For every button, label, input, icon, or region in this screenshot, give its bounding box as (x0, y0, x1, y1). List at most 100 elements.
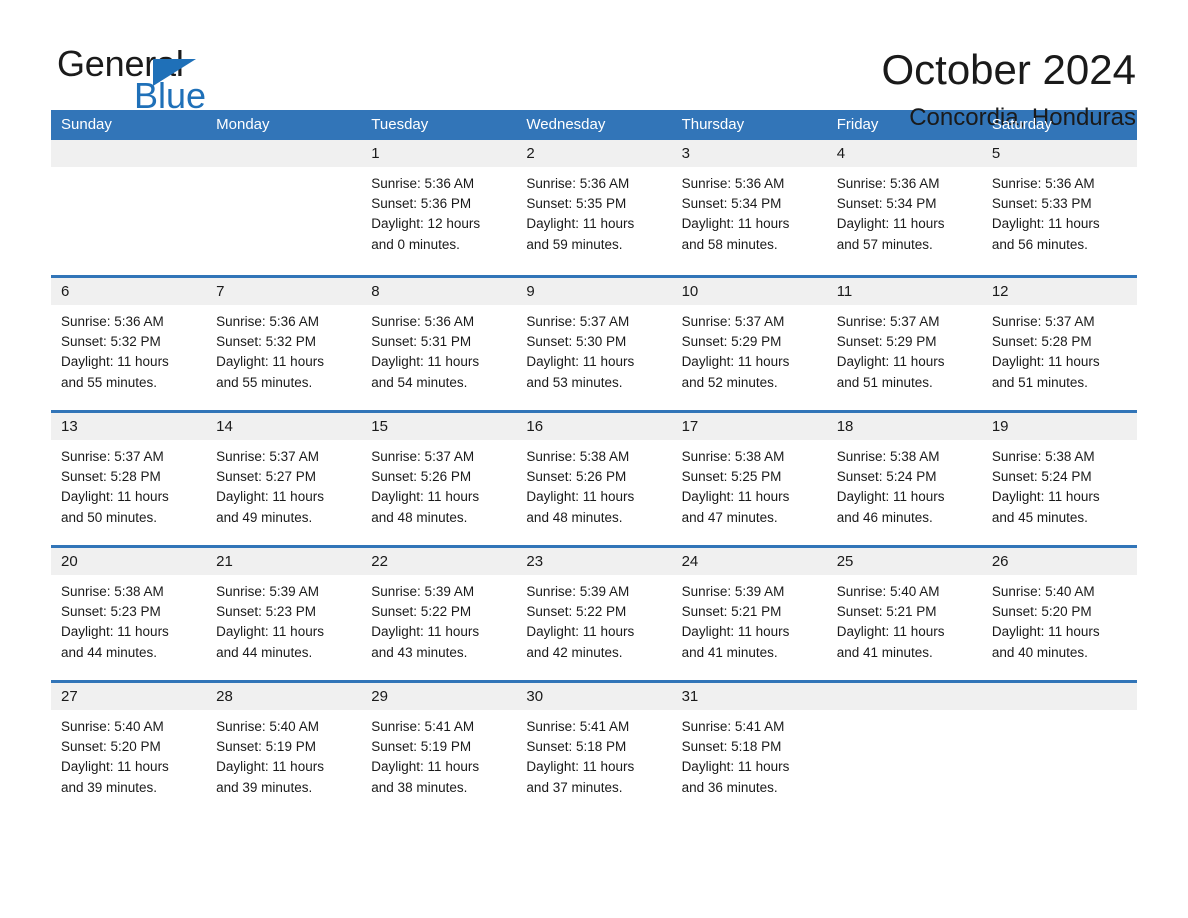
daylight-text-cont: and 44 minutes. (216, 644, 313, 660)
day-number: 25 (836, 553, 854, 570)
calendar-day-cell-20[interactable]: 20 Sunrise: 5:38 AM Sunset: 5:23 PM Dayligh… (51, 548, 207, 680)
weekday-header-thursday: Thursday (681, 116, 745, 133)
calendar-day-cell-23[interactable]: 23 Sunrise: 5:39 AM Sunset: 5:22 PM Dayligh… (516, 548, 672, 680)
day-number: 20 (61, 553, 78, 570)
day-details: Sunrise: 5:38 AM Sunset: 5:24 PM Daylight:… (982, 440, 1137, 528)
calendar-day-cell-18[interactable]: 18 Sunrise: 5:38 AM Sunset: 5:24 PM Dayligh… (826, 413, 982, 545)
calendar-day-cell-22[interactable]: 22 Sunrise: 5:39 AM Sunset: 5:22 PM Dayligh… (361, 548, 517, 680)
day-details: Sunrise: 5:38 AM Sunset: 5:25 PM Daylight:… (672, 440, 827, 528)
day-number-strip: 16 (516, 413, 672, 440)
sunset-text: Sunset: 5:30 PM (526, 334, 627, 350)
day-details: Sunrise: 5:36 AM Sunset: 5:32 PM Daylight:… (206, 305, 361, 393)
calendar-day-cell-28[interactable]: 28 Sunrise: 5:40 AM Sunset: 5:19 PM Dayligh… (206, 683, 362, 815)
day-details: Sunrise: 5:37 AM Sunset: 5:29 PM Daylight:… (827, 305, 982, 393)
sunrise-text: Sunrise: 5:38 AM (61, 584, 164, 599)
calendar-day-cell-6[interactable]: 6 Sunrise: 5:36 AM Sunset: 5:32 PM Daylight… (51, 278, 207, 410)
calendar-day-cell-3[interactable]: 3 Sunrise: 5:36 AM Sunset: 5:34 PM Daylight… (671, 140, 827, 275)
daylight-text: Daylight: 11 hours (836, 624, 945, 640)
day-number: 19 (991, 418, 1009, 435)
calendar-day-cell-24[interactable]: 24 Sunrise: 5:39 AM Sunset: 5:21 PM Dayligh… (671, 548, 827, 680)
sunrise-text: Sunrise: 5:36 AM (61, 314, 164, 329)
day-number-strip: 7 (206, 278, 362, 305)
daylight-text-cont: and 43 minutes. (371, 644, 468, 660)
daylight-text: Daylight: 11 hours (991, 624, 1100, 640)
daylight-text-cont: and 0 minutes. (371, 236, 460, 252)
day-details: Sunrise: 5:37 AM Sunset: 5:27 PM Daylight:… (206, 440, 361, 528)
calendar-day-cell-30[interactable]: 30 Sunrise: 5:41 AM Sunset: 5:18 PM Dayligh… (516, 683, 672, 815)
day-number: 2 (526, 145, 535, 162)
calendar-day-cell-2[interactable]: 2 Sunrise: 5:36 AM Sunset: 5:35 PM Daylight… (516, 140, 672, 275)
day-details: Sunrise: 5:39 AM Sunset: 5:21 PM Daylight:… (672, 575, 827, 663)
sunrise-text: Sunrise: 5:36 AM (371, 314, 475, 329)
calendar-day-cell-8[interactable]: 8 Sunrise: 5:36 AM Sunset: 5:31 PM Daylight… (361, 278, 517, 410)
day-number-strip: 11 (826, 278, 982, 305)
sunrise-text: Sunrise: 5:41 AM (526, 719, 630, 734)
daylight-text-cont: and 55 minutes. (61, 374, 158, 390)
calendar-day-cell-29[interactable]: 29 Sunrise: 5:41 AM Sunset: 5:19 PM Dayligh… (361, 683, 517, 815)
weekday-header-tuesday: Tuesday (371, 116, 429, 133)
day-details: Sunrise: 5:40 AM Sunset: 5:19 PM Daylight:… (206, 710, 361, 798)
calendar-day-cell-13[interactable]: 13 Sunrise: 5:37 AM Sunset: 5:28 PM Dayligh… (51, 413, 207, 545)
calendar-week-row: 27 Sunrise: 5:40 AM Sunset: 5:20 PM Dayligh… (51, 680, 1137, 815)
sunrise-text: Sunrise: 5:39 AM (681, 584, 785, 599)
day-number: 23 (526, 553, 544, 570)
calendar-day-cell-19[interactable]: 19 Sunrise: 5:38 AM Sunset: 5:24 PM Dayligh… (981, 413, 1137, 545)
sunset-text: Sunset: 5:28 PM (61, 469, 161, 485)
daylight-text-cont: and 39 minutes. (216, 779, 313, 795)
day-details: Sunrise: 5:36 AM Sunset: 5:31 PM Daylight:… (361, 305, 516, 393)
day-number: 16 (526, 418, 544, 435)
sunset-text: Sunset: 5:20 PM (61, 739, 161, 755)
calendar-day-cell-16[interactable]: 16 Sunrise: 5:38 AM Sunset: 5:26 PM Dayligh… (516, 413, 672, 545)
calendar-day-cell-11[interactable]: 11 Sunrise: 5:37 AM Sunset: 5:29 PM Dayligh… (826, 278, 982, 410)
day-details: Sunrise: 5:36 AM Sunset: 5:35 PM Daylight:… (516, 167, 671, 255)
daylight-text-cont: and 54 minutes. (371, 374, 468, 390)
sunrise-text: Sunrise: 5:40 AM (216, 719, 319, 734)
sunset-text: Sunset: 5:23 PM (61, 604, 161, 620)
day-number-strip: 3 (671, 140, 827, 167)
sunrise-text: Sunrise: 5:37 AM (681, 314, 785, 329)
day-number-strip (826, 683, 982, 710)
calendar-day-cell-31[interactable]: 31 Sunrise: 5:41 AM Sunset: 5:18 PM Dayligh… (671, 683, 827, 815)
sunrise-text: Sunrise: 5:38 AM (991, 449, 1095, 464)
calendar-day-cell-14[interactable]: 14 Sunrise: 5:37 AM Sunset: 5:27 PM Dayligh… (206, 413, 362, 545)
daylight-text-cont: and 56 minutes. (991, 236, 1088, 252)
day-number: 29 (371, 688, 388, 705)
calendar-day-cell-9[interactable]: 9 Sunrise: 5:37 AM Sunset: 5:30 PM Daylight… (516, 278, 672, 410)
day-number-strip: 22 (361, 548, 517, 575)
day-number-strip (51, 140, 207, 167)
daylight-text: Daylight: 11 hours (681, 354, 790, 370)
calendar-day-cell-26[interactable]: 26 Sunrise: 5:40 AM Sunset: 5:20 PM Dayligh… (981, 548, 1137, 680)
calendar-day-cell-21[interactable]: 21 Sunrise: 5:39 AM Sunset: 5:23 PM Dayligh… (206, 548, 362, 680)
daylight-text: Daylight: 11 hours (836, 489, 945, 505)
daylight-text: Daylight: 11 hours (371, 354, 480, 370)
daylight-text: Daylight: 11 hours (371, 489, 480, 505)
daylight-text: Daylight: 11 hours (991, 354, 1100, 370)
sunrise-text: Sunrise: 5:41 AM (371, 719, 475, 734)
daylight-text: Daylight: 11 hours (371, 624, 480, 640)
month-calendar: Sunday Monday Tuesday Wednesday Thursday Frid… (51, 110, 1137, 815)
calendar-page: General Blue October 2024 Concordia, Hon… (0, 0, 1188, 918)
daylight-text: Daylight: 11 hours (371, 759, 480, 775)
calendar-day-cell-1[interactable]: 1 Sunrise: 5:36 AM Sunset: 5:36 PM Daylight… (361, 140, 517, 275)
calendar-day-cell-7[interactable]: 7 Sunrise: 5:36 AM Sunset: 5:32 PM Daylight… (206, 278, 362, 410)
daylight-text: Daylight: 11 hours (61, 624, 169, 640)
calendar-day-cell-25[interactable]: 25 Sunrise: 5:40 AM Sunset: 5:21 PM Dayligh… (826, 548, 982, 680)
day-details (982, 710, 1137, 717)
daylight-text-cont: and 42 minutes. (526, 644, 623, 660)
calendar-day-cell-15[interactable]: 15 Sunrise: 5:37 AM Sunset: 5:26 PM Dayligh… (361, 413, 517, 545)
day-number-strip: 12 (981, 278, 1137, 305)
sunset-text: Sunset: 5:19 PM (371, 739, 472, 755)
calendar-day-cell-17[interactable]: 17 Sunrise: 5:38 AM Sunset: 5:25 PM Dayligh… (671, 413, 827, 545)
calendar-day-cell-12[interactable]: 12 Sunrise: 5:37 AM Sunset: 5:28 PM Dayligh… (981, 278, 1137, 410)
calendar-day-cell-10[interactable]: 10 Sunrise: 5:37 AM Sunset: 5:29 PM Dayligh… (671, 278, 827, 410)
sunrise-text: Sunrise: 5:37 AM (526, 314, 630, 329)
weekday-header-friday: Friday (836, 116, 879, 133)
sunrise-text: Sunrise: 5:37 AM (991, 314, 1095, 329)
calendar-day-cell-5[interactable]: 5 Sunrise: 5:36 AM Sunset: 5:33 PM Daylight… (981, 140, 1137, 275)
calendar-day-cell-27[interactable]: 27 Sunrise: 5:40 AM Sunset: 5:20 PM Dayligh… (51, 683, 207, 815)
sunrise-text: Sunrise: 5:36 AM (371, 176, 475, 191)
daylight-text: Daylight: 11 hours (526, 759, 635, 775)
calendar-day-cell-4[interactable]: 4 Sunrise: 5:36 AM Sunset: 5:34 PM Daylight… (826, 140, 982, 275)
sunset-text: Sunset: 5:18 PM (526, 739, 627, 755)
sunset-text: Sunset: 5:25 PM (681, 469, 782, 485)
